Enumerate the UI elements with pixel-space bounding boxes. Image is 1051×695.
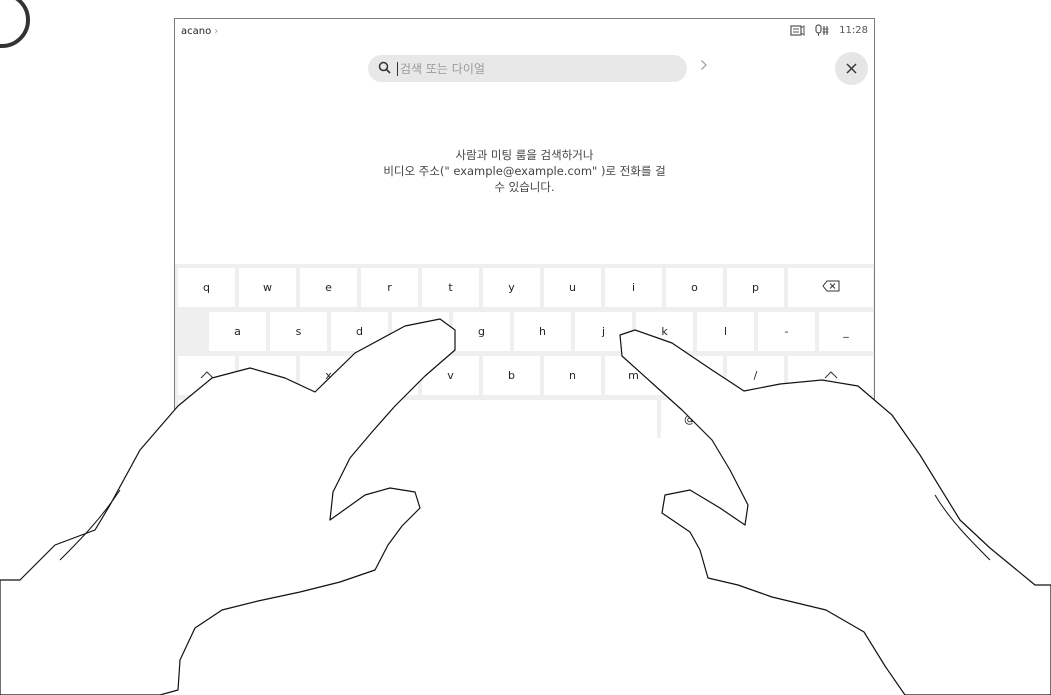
on-screen-keyboard: q w e r t y u i o p a s d f g h j k l - … xyxy=(175,264,874,438)
key-underscore[interactable]: _ xyxy=(819,312,873,351)
search-placeholder: 검색 또는 다이얼 xyxy=(400,62,485,76)
key-p[interactable]: p xyxy=(727,268,784,307)
key-x[interactable]: x xyxy=(300,356,357,395)
status-bar: acano › 11:28 xyxy=(175,19,874,47)
key-y[interactable]: y xyxy=(483,268,540,307)
chevron-right-icon[interactable] xyxy=(700,59,708,75)
touch-panel-screen: acano › 11:28 검색 또는 다이얼 사람과 미팅 룸을 검색하거나 비… xyxy=(174,18,875,438)
key-a[interactable]: a xyxy=(209,312,266,351)
key-s[interactable]: s xyxy=(270,312,327,351)
search-input[interactable]: 검색 또는 다이얼 xyxy=(368,55,687,82)
key-at[interactable]: @ xyxy=(661,400,718,438)
key-v[interactable]: v xyxy=(422,356,479,395)
key-l[interactable]: l xyxy=(697,312,754,351)
key-e[interactable]: e xyxy=(300,268,357,307)
microphone-icon xyxy=(815,24,829,37)
breadcrumb-label: acano xyxy=(181,26,212,37)
breadcrumb-chevron: › xyxy=(214,26,219,37)
key-u[interactable]: u xyxy=(544,268,601,307)
backspace-key[interactable] xyxy=(788,268,873,307)
close-icon xyxy=(846,59,857,78)
step-marker xyxy=(0,0,30,48)
key-hyphen[interactable]: - xyxy=(758,312,815,351)
key-g[interactable]: g xyxy=(453,312,510,351)
shift-icon xyxy=(200,369,214,382)
key-q[interactable]: q xyxy=(178,268,235,307)
hint-line: 수 있습니다. xyxy=(494,180,555,194)
key-o[interactable]: o xyxy=(666,268,723,307)
shift-key-right[interactable] xyxy=(788,356,873,395)
key-d[interactable]: d xyxy=(331,312,388,351)
key-b[interactable]: b xyxy=(483,356,540,395)
key-t[interactable]: t xyxy=(422,268,479,307)
clock: 11:28 xyxy=(839,25,868,36)
key-h[interactable]: h xyxy=(514,312,571,351)
hint-line: 사람과 미팅 룸을 검색하거나 xyxy=(455,148,594,162)
backspace-icon xyxy=(821,280,840,295)
status-icons: 11:28 xyxy=(790,24,868,37)
key-comma[interactable]: , xyxy=(666,356,723,395)
screen-share-icon xyxy=(790,24,805,37)
mode-key[interactable] xyxy=(178,400,235,438)
key-n[interactable]: n xyxy=(544,356,601,395)
breadcrumb[interactable]: acano › xyxy=(181,26,218,37)
key-z[interactable]: z xyxy=(239,356,296,395)
key-w[interactable]: w xyxy=(239,268,296,307)
text-cursor xyxy=(397,61,398,76)
key-slash[interactable]: / xyxy=(727,356,784,395)
key-f[interactable]: f xyxy=(392,312,449,351)
search-hint: 사람과 미팅 룸을 검색하거나 비디오 주소(" example@example… xyxy=(175,147,874,195)
shift-key-left[interactable] xyxy=(178,356,235,395)
key-j[interactable]: j xyxy=(575,312,632,351)
key-k[interactable]: k xyxy=(636,312,693,351)
close-button[interactable] xyxy=(835,52,868,85)
key-r[interactable]: r xyxy=(361,268,418,307)
enter-key[interactable] xyxy=(722,400,873,438)
shift-icon xyxy=(824,369,838,382)
search-icon xyxy=(378,59,397,78)
hint-line: 비디오 주소(" example@example.com" )로 전화를 걸 xyxy=(383,164,666,178)
key-i[interactable]: i xyxy=(605,268,662,307)
key-m[interactable]: m xyxy=(605,356,662,395)
key-c[interactable]: c xyxy=(361,356,418,395)
space-key[interactable] xyxy=(239,400,657,438)
